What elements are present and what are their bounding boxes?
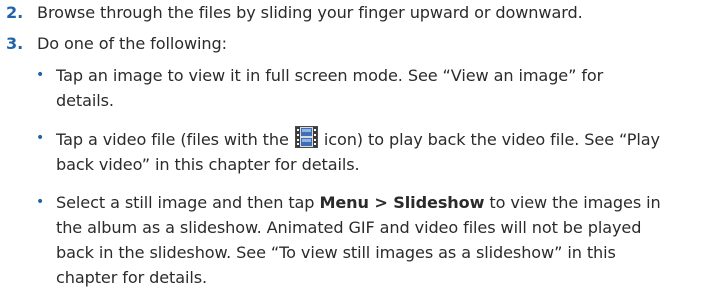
bullet-line: Tap an image to view it in full screen m…	[56, 66, 604, 85]
bullet-marker: •	[36, 67, 45, 83]
step-text: Browse through the files by sliding your…	[37, 3, 583, 22]
menu-path: Menu > Slideshow	[319, 193, 485, 212]
bullet-line: Tap a video file (files with the icon) t…	[56, 126, 696, 152]
bullet-body: Select a still image and then tap Menu >…	[56, 190, 696, 290]
bullet-line: Select a still image and then tap Menu >…	[56, 190, 696, 215]
bullet-text: Tap a video file (files with the	[56, 130, 294, 149]
bullet-line: chapter for details.	[56, 268, 208, 287]
bullet-line: details.	[56, 91, 114, 110]
bullet-text: to view the images in	[484, 193, 661, 212]
bullet-body: Tap an image to view it in full screen m…	[56, 63, 696, 113]
bullet-text: Select a still image and then tap	[56, 193, 320, 212]
step-text: Do one of the following:	[37, 34, 227, 53]
bullet-line: the album as a slideshow. Animated GIF a…	[56, 218, 642, 237]
bullet-line: back video” in this chapter for details.	[56, 155, 360, 174]
bullet-line: back in the slideshow. See “To view stil…	[56, 243, 616, 262]
bullet-text: icon) to play back the video file. See “…	[318, 130, 660, 149]
step-number: 2.	[6, 3, 24, 22]
bullet-marker: •	[36, 130, 45, 146]
bullet-body: Tap a video file (files with the icon) t…	[56, 126, 696, 177]
video-file-icon	[294, 126, 318, 148]
bullet-marker: •	[36, 194, 45, 210]
manual-page: 2. Browse through the files by sliding y…	[0, 0, 724, 292]
step-number: 3.	[6, 34, 24, 53]
